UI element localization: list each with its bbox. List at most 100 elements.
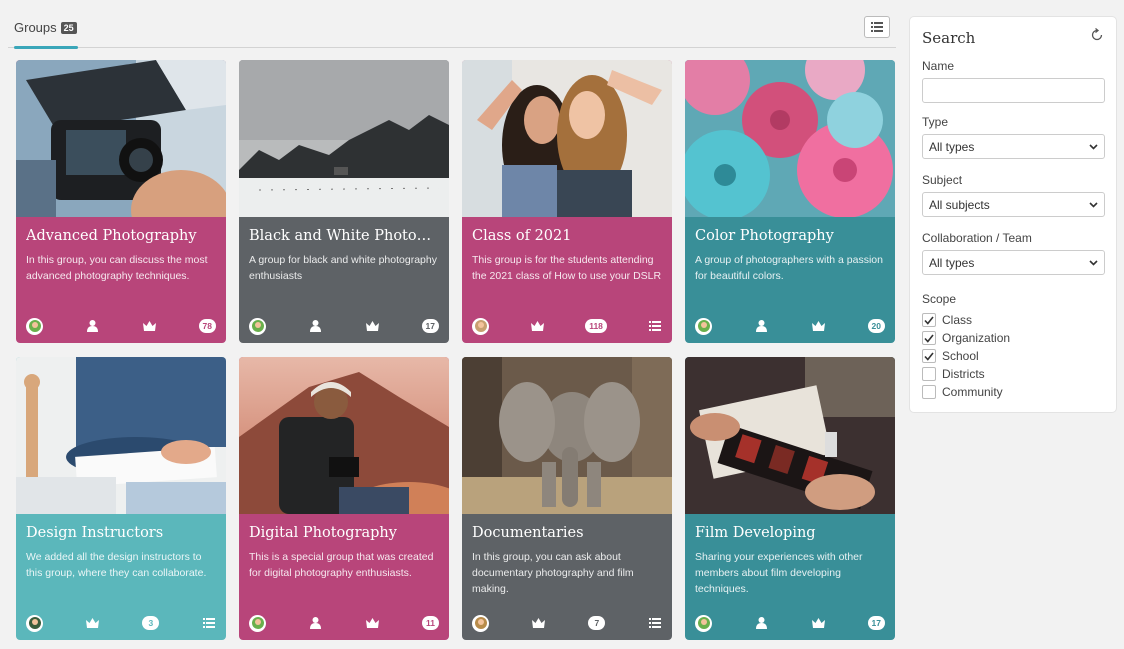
group-card-footer: 17 — [695, 614, 885, 632]
member-count-badge[interactable]: 118 — [585, 319, 607, 333]
avatar-icon — [251, 617, 264, 629]
crown-icon[interactable] — [532, 616, 546, 630]
group-title: Black and White Photogr... — [249, 228, 439, 244]
group-image — [16, 60, 226, 217]
chevron-down-icon — [1089, 202, 1098, 208]
user-icon[interactable] — [309, 616, 323, 630]
tab-groups[interactable]: Groups 25 — [14, 20, 77, 35]
checkbox-checked[interactable] — [922, 349, 936, 363]
user-icon[interactable] — [755, 616, 769, 630]
group-image — [239, 357, 449, 514]
member-count-badge[interactable]: 17 — [421, 319, 439, 333]
owner-avatar[interactable] — [249, 614, 266, 632]
subject-select[interactable]: All subjects — [922, 192, 1105, 217]
reset-icon[interactable] — [1090, 28, 1104, 42]
group-title: Class of 2021 — [472, 228, 572, 244]
crown-icon[interactable] — [811, 616, 825, 630]
name-input[interactable] — [922, 78, 1105, 103]
group-card-design-instructors[interactable]: Design Instructors We added all the desi… — [16, 357, 226, 640]
name-label: Name — [922, 59, 955, 73]
scope-organization-checkbox[interactable]: Organization — [922, 331, 1010, 345]
list-icon[interactable] — [648, 319, 662, 333]
owner-avatar[interactable] — [26, 317, 43, 335]
list-icon[interactable] — [202, 616, 216, 630]
scope-class-checkbox[interactable]: Class — [922, 313, 972, 327]
group-description: A group of photographers with a passion … — [695, 254, 883, 282]
checkbox-checked[interactable] — [922, 313, 936, 327]
list-icon — [871, 22, 883, 32]
group-description: This is a special group that was created… — [249, 551, 434, 579]
chevron-down-icon — [1089, 144, 1098, 150]
crown-icon[interactable] — [811, 319, 825, 333]
list-view-button[interactable] — [864, 16, 890, 38]
group-image — [462, 357, 672, 514]
owner-avatar[interactable] — [26, 614, 43, 632]
owner-avatar[interactable] — [472, 614, 489, 632]
avatar-icon — [251, 320, 264, 332]
group-description: In this group, you can ask about documen… — [472, 551, 634, 595]
member-count-badge[interactable]: 20 — [867, 319, 885, 333]
group-card-footer: 3 — [26, 614, 216, 632]
type-select[interactable]: All types — [922, 134, 1105, 159]
group-title: Documentaries — [472, 525, 584, 541]
group-image — [462, 60, 672, 217]
group-description: In this group, you can discuss the most … — [26, 254, 208, 282]
group-card-advanced-photography[interactable]: Advanced Photography In this group, you … — [16, 60, 226, 343]
scope-class-label: Class — [942, 313, 973, 327]
avatar-icon — [697, 320, 710, 332]
tab-groups-label: Groups — [14, 20, 57, 35]
group-card-black-and-white-photography[interactable]: Black and White Photogr... A group for b… — [239, 60, 449, 343]
avatar-icon — [474, 617, 487, 629]
member-count-badge[interactable]: 17 — [867, 616, 885, 630]
avatar-icon — [697, 617, 710, 629]
avatar-icon — [474, 320, 487, 332]
checkbox-unchecked[interactable] — [922, 385, 936, 399]
active-tab-indicator — [14, 46, 78, 49]
crown-icon[interactable] — [530, 319, 544, 333]
user-icon[interactable] — [755, 319, 769, 333]
avatar-icon — [28, 320, 41, 332]
member-count-badge[interactable]: 3 — [142, 616, 160, 630]
member-count-badge[interactable]: 78 — [198, 319, 216, 333]
scope-school-checkbox[interactable]: School — [922, 349, 979, 363]
crown-icon[interactable] — [142, 319, 156, 333]
collaboration-select[interactable]: All types — [922, 250, 1105, 275]
group-card-footer: 20 — [695, 317, 885, 335]
group-image — [16, 357, 226, 514]
crown-icon[interactable] — [86, 616, 100, 630]
user-icon[interactable] — [309, 319, 323, 333]
check-icon — [924, 352, 934, 361]
crown-icon[interactable] — [365, 616, 379, 630]
list-icon[interactable] — [648, 616, 662, 630]
group-card-class-of-2021[interactable]: Class of 2021 This group is for the stud… — [462, 60, 672, 343]
scope-districts-label: Districts — [942, 367, 985, 381]
owner-avatar[interactable] — [695, 317, 712, 335]
crown-icon[interactable] — [365, 319, 379, 333]
scope-districts-checkbox[interactable]: Districts — [922, 367, 985, 381]
member-count-badge[interactable]: 11 — [421, 616, 439, 630]
group-title: Design Instructors — [26, 525, 164, 541]
scope-community-checkbox[interactable]: Community — [922, 385, 1003, 399]
collaboration-label: Collaboration / Team — [922, 231, 1032, 245]
group-title: Digital Photography — [249, 525, 397, 541]
checkbox-checked[interactable] — [922, 331, 936, 345]
group-card-digital-photography[interactable]: Digital Photography This is a special gr… — [239, 357, 449, 640]
owner-avatar[interactable] — [249, 317, 266, 335]
user-icon[interactable] — [86, 319, 100, 333]
groups-header: Groups 25 — [8, 8, 896, 49]
group-title: Film Developing — [695, 525, 816, 541]
group-card-documentaries[interactable]: Documentaries In this group, you can ask… — [462, 357, 672, 640]
groups-grid: Advanced Photography In this group, you … — [16, 60, 896, 642]
member-count-badge[interactable]: 7 — [588, 616, 606, 630]
group-title: Color Photography — [695, 228, 834, 244]
group-card-footer: 118 — [472, 317, 662, 335]
avatar-icon — [28, 617, 41, 629]
group-title: Advanced Photography — [26, 228, 197, 244]
check-icon — [924, 316, 934, 325]
owner-avatar[interactable] — [472, 317, 489, 335]
group-card-footer: 7 — [472, 614, 662, 632]
owner-avatar[interactable] — [695, 614, 712, 632]
group-card-color-photography[interactable]: Color Photography A group of photographe… — [685, 60, 895, 343]
checkbox-unchecked[interactable] — [922, 367, 936, 381]
group-card-film-developing[interactable]: Film Developing Sharing your experiences… — [685, 357, 895, 640]
